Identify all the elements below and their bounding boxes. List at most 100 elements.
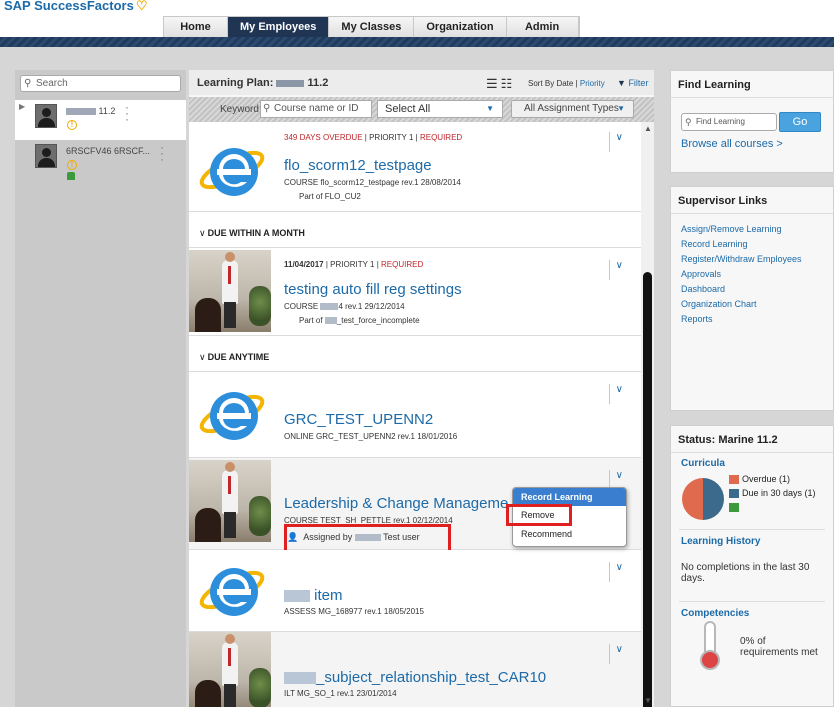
tab-my-employees[interactable]: My Employees [228,17,330,37]
chevron-down-icon[interactable]: ∨ [609,132,623,152]
learning-plan-header: Learning Plan: 11.2 ☰☷ Sort By Date | Pr… [189,70,654,95]
course-thumbnail [189,460,271,542]
item-meta: 11/04/2017 | PRIORITY 1 | REQUIRED [284,260,424,269]
ie-course-icon [199,568,265,616]
employee-row[interactable]: 6RSCFV46 6RSCF... · · · ! [15,140,186,180]
link-organization-chart[interactable]: Organization Chart [681,297,802,312]
list-item[interactable]: _subject_relationship_test_CAR10 ILT MG_… [189,632,641,707]
redacted-text [284,672,316,685]
select-all-dropdown[interactable]: Select All ▼ [377,100,503,118]
tab-home[interactable]: Home [164,17,228,37]
list-item[interactable]: 349 DAYS OVERDUE | PRIORITY 1 | REQUIRED… [189,122,641,212]
item-title[interactable]: GRC_TEST_UPENN2 [284,411,433,428]
section-due-within-month[interactable]: ∨ DUE WITHIN A MONTH [189,212,641,248]
header-band [0,37,834,47]
browse-all-courses-link[interactable]: Browse all courses > [681,138,783,150]
list-view-icon[interactable]: ☰ [486,76,501,91]
status-panel: Status: Marine 11.2 Curricula Overdue (1… [670,425,834,707]
item-meta: 349 DAYS OVERDUE | PRIORITY 1 | REQUIRED [284,133,463,142]
filter-icon: ▼ [617,78,626,88]
link-register-withdraw[interactable]: Register/Withdraw Employees [681,252,802,267]
view-toggle[interactable]: ☰☷ [486,76,515,92]
warning-icon: ! [67,120,77,130]
chevron-down-icon: ▼ [486,104,494,113]
tab-organization[interactable]: Organization [414,17,507,37]
supervisor-links-heading: Supervisor Links [678,195,768,207]
redacted-text [284,590,310,603]
chevron-down-icon[interactable]: ∨ [609,644,623,664]
redacted-text [320,303,339,311]
assignment-types-dropdown[interactable]: All Assignment Types ▼ [511,100,634,118]
employee-search-input[interactable]: ⚲ Search [20,75,181,92]
scroll-down-icon[interactable]: ▼ [644,696,652,705]
item-subtitle: ONLINE GRC_TEST_UPENN2 rev.1 18/01/2016 [284,432,458,441]
more-options-icon[interactable]: · · · [160,141,164,165]
avatar [35,104,57,128]
scrollbar[interactable]: ▲ ▼ [641,122,654,707]
curricula-legend: Overdue (1) Due in 30 days (1) [729,473,816,515]
link-reports[interactable]: Reports [681,312,802,327]
find-learning-heading: Find Learning [678,79,751,91]
legend-due-30: Due in 30 days (1) [729,487,816,501]
top-nav: Home My Employees My Classes Organizatio… [163,16,580,37]
detail-view-icon[interactable]: ☷ [501,76,516,91]
section-due-anytime[interactable]: ∨ DUE ANYTIME [189,336,641,372]
list-item[interactable]: 11/04/2017 | PRIORITY 1 | REQUIRED testi… [189,248,641,336]
keyword-input[interactable]: ⚲ Course name or ID [260,100,372,118]
curricula-heading[interactable]: Curricula [681,458,725,469]
supervisor-links: Assign/Remove Learning Record Learning R… [681,222,802,327]
item-title[interactable]: testing auto fill reg settings [284,281,462,298]
scrollbar-thumb[interactable] [643,272,652,707]
list-item[interactable]: GRC_TEST_UPENN2 ONLINE GRC_TEST_UPENN2 r… [189,372,641,458]
item-title[interactable]: flo_scorm12_testpage [284,157,432,174]
requirements-text: 0% of requirements met [740,636,818,658]
list-item[interactable]: item ASSESS MG_168977 rev.1 18/05/2015 ∨ [189,550,641,632]
learning-history-heading[interactable]: Learning History [681,536,760,547]
more-options-icon[interactable]: · · · [125,101,129,125]
search-icon: ⚲ [263,103,271,114]
chevron-down-icon[interactable]: ∨ [609,562,623,582]
warning-icon: ! [67,160,77,170]
course-thumbnail [189,632,271,707]
competencies-heading[interactable]: Competencies [681,608,749,619]
redacted-name [66,108,96,116]
item-subtitle: ILT MG_SO_1 rev.1 23/01/2014 [284,689,397,698]
brand-logo: SAP SuccessFactors ♡ [4,0,148,12]
chevron-down-icon[interactable]: ∨ [609,260,623,280]
person-status-icon [67,172,75,180]
employee-name: 6RSCFV46 6RSCF... [66,146,151,156]
highlight-box [506,504,572,526]
menu-recommend[interactable]: Recommend [513,525,626,544]
expand-arrow-icon[interactable]: ▶ [19,102,25,111]
chevron-down-icon: ▼ [617,104,625,113]
item-part-of: Part of FLO_CU2 [299,192,361,201]
item-title[interactable]: _subject_relationship_test_CAR10 [284,669,546,686]
item-subtitle: ASSESS MG_168977 rev.1 18/05/2015 [284,607,424,616]
search-icon: ⚲ [24,78,32,89]
legend-completed [729,501,816,515]
chevron-down-icon: ∨ [199,352,206,362]
chevron-down-icon[interactable]: ∨ [609,384,623,404]
item-title[interactable]: item [284,587,343,604]
sort-by: Sort By Date | Priority [528,79,605,88]
sort-priority-link[interactable]: Priority [580,79,605,88]
tab-admin[interactable]: Admin [507,17,579,37]
link-dashboard[interactable]: Dashboard [681,282,802,297]
scroll-up-icon[interactable]: ▲ [644,124,652,133]
link-approvals[interactable]: Approvals [681,267,802,282]
tab-my-classes[interactable]: My Classes [329,17,415,37]
link-assign-remove-learning[interactable]: Assign/Remove Learning [681,222,802,237]
item-subtitle: COURSE 4 rev.1 29/12/2014 [284,302,405,311]
go-button[interactable]: Go [779,112,821,132]
filter-button[interactable]: ▼ Filter [617,78,648,88]
keyword-label: Keyword [220,104,259,115]
status-heading: Status: Marine 11.2 [678,434,778,446]
learning-plan-panel: Learning Plan: 11.2 ☰☷ Sort By Date | Pr… [189,70,654,707]
find-learning-input[interactable]: ⚲ Find Learning [681,113,777,131]
link-record-learning[interactable]: Record Learning [681,237,802,252]
item-title[interactable]: Leadership & Change Manageme [284,495,508,512]
heart-icon: ♡ [135,0,148,12]
legend-overdue: Overdue (1) [729,473,816,487]
item-subtitle: COURSE flo_scorm12_testpage rev.1 28/08/… [284,178,461,187]
employee-row[interactable]: ▶ 11.2 · · · ! [15,100,186,140]
